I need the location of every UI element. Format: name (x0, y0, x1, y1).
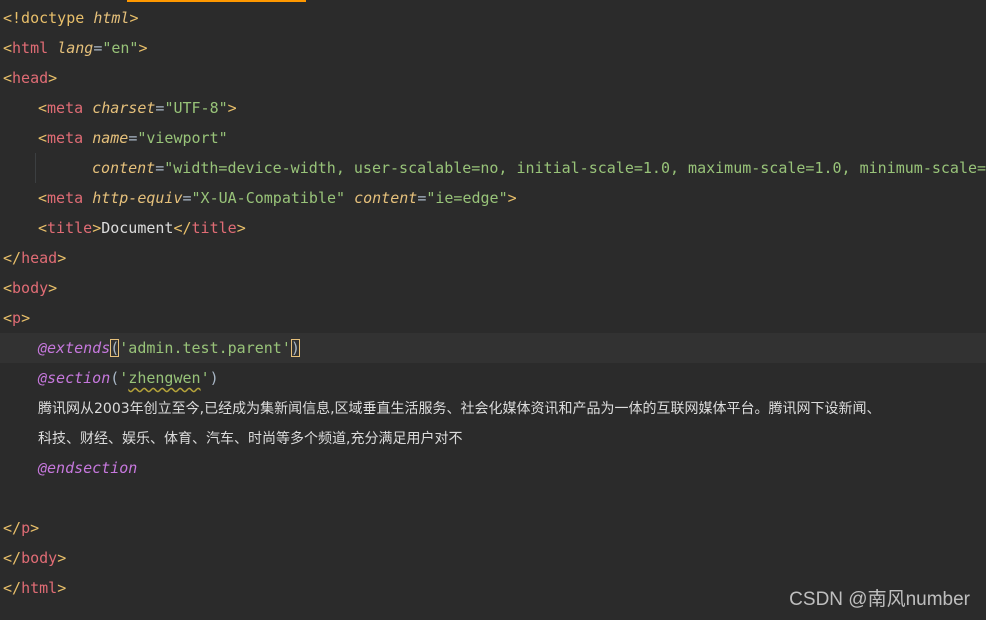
code-line-6[interactable]: content="width=device-width, user-scalab… (0, 153, 986, 183)
bracket: > (57, 579, 67, 597)
bracket: < (3, 39, 13, 57)
equals: = (93, 39, 103, 57)
tag-name: head (12, 69, 49, 87)
bracket: < (38, 219, 48, 237)
bracket: </ (3, 249, 22, 267)
code-line-16[interactable]: @endsection (0, 453, 986, 483)
blade-directive: @extends (38, 339, 111, 357)
attr-value: "viewport" (137, 129, 228, 147)
bracket: > (48, 69, 58, 87)
bracket: </ (173, 219, 192, 237)
code-line-9[interactable]: </head> (0, 243, 986, 273)
bracket: < (38, 129, 48, 147)
code-line-10[interactable]: <body> (0, 273, 986, 303)
chinese-text: 腾讯网从2003年创立至今,已经成为集新闻信息,区域垂直生活服务、社会化媒体资讯… (38, 401, 881, 417)
code-line-19[interactable]: </body> (0, 543, 986, 573)
attr-value: "en" (102, 39, 139, 57)
bracket: < (3, 309, 13, 327)
attr-value: "X-UA-Compatible" (191, 189, 346, 207)
paren-close: ) (209, 369, 219, 387)
code-line-12-current[interactable]: @extends('admin.test.parent') (0, 333, 986, 363)
bracket: </ (3, 549, 22, 567)
bracket: > (30, 519, 40, 537)
tag-name: meta (47, 129, 84, 147)
bracket: > (92, 219, 102, 237)
code-line-15[interactable]: 科技、财经、娱乐、体育、汽车、时尚等多个频道,充分满足用户对不 (0, 423, 986, 453)
equals: = (417, 189, 427, 207)
code-line-4[interactable]: <meta charset="UTF-8"> (0, 93, 986, 123)
bracket: > (138, 39, 148, 57)
bracket: > (21, 309, 31, 327)
code-line-1[interactable]: <!doctype html> (0, 3, 986, 33)
attr-name: content (92, 159, 156, 177)
equals: = (182, 189, 192, 207)
tag-name: html (12, 39, 49, 57)
code-line-17[interactable] (0, 483, 986, 513)
attr-name: lang (57, 39, 94, 57)
code-editor[interactable]: <!doctype html> <html lang="en"> <head> … (0, 0, 986, 620)
bracket: </ (3, 519, 22, 537)
bracket: > (507, 189, 517, 207)
bracket: < (3, 279, 13, 297)
doctype-open: <!doctype (3, 9, 94, 27)
attr-value: "width=device-width, user-scalable=no, i… (164, 159, 986, 177)
tag-name: body (12, 279, 49, 297)
attr-name: name (92, 129, 129, 147)
tag-name: meta (47, 189, 84, 207)
indent-guide (35, 153, 36, 183)
code-line-13[interactable]: @section('zhengwen') (0, 363, 986, 393)
bracket: > (48, 279, 58, 297)
attr-name: http-equiv (92, 189, 183, 207)
attr-name: content (354, 189, 418, 207)
active-tab-indicator (127, 0, 306, 2)
code-line-3[interactable]: <head> (0, 63, 986, 93)
attr-name: charset (92, 99, 156, 117)
blade-directive: @section (38, 369, 111, 387)
code-line-7[interactable]: <meta http-equiv="X-UA-Compatible" conte… (0, 183, 986, 213)
bracket: > (227, 99, 237, 117)
title-text: Document (101, 219, 174, 237)
tag-name: title (191, 219, 237, 237)
equals: = (128, 129, 138, 147)
paren-open: ( (110, 369, 120, 387)
bracket: < (38, 189, 48, 207)
attr-value: "UTF-8" (164, 99, 228, 117)
bracket: > (57, 549, 67, 567)
blade-directive: @endsection (38, 459, 138, 477)
bracket: < (3, 69, 13, 87)
attr-value: "ie=edge" (426, 189, 508, 207)
code-line-18[interactable]: </p> (0, 513, 986, 543)
doctype-close: > (129, 9, 139, 27)
code-line-5[interactable]: <meta name="viewport" (0, 123, 986, 153)
doctype-html: html (93, 9, 130, 27)
csdn-watermark: CSDN @南风number (789, 589, 970, 610)
tag-name: title (47, 219, 93, 237)
directive-arg-typo: zhengwen (128, 369, 201, 387)
code-line-14[interactable]: 腾讯网从2003年创立至今,已经成为集新闻信息,区域垂直生活服务、社会化媒体资讯… (0, 393, 986, 423)
tag-name: p (12, 309, 22, 327)
tag-name: p (21, 519, 31, 537)
code-lines[interactable]: <!doctype html> <html lang="en"> <head> … (0, 3, 986, 603)
code-line-11[interactable]: <p> (0, 303, 986, 333)
tag-name: html (21, 579, 58, 597)
bracket: > (236, 219, 246, 237)
equals: = (155, 159, 165, 177)
bracket: </ (3, 579, 22, 597)
directive-arg: 'admin.test.parent' (119, 339, 291, 357)
tag-name: meta (47, 99, 84, 117)
tag-name: body (21, 549, 58, 567)
quote: ' (200, 369, 210, 387)
code-line-2[interactable]: <html lang="en"> (0, 33, 986, 63)
tag-name: head (21, 249, 58, 267)
chinese-text: 科技、财经、娱乐、体育、汽车、时尚等多个频道,充分满足用户对不 (38, 431, 463, 447)
quote: ' (119, 369, 129, 387)
code-line-8[interactable]: <title>Document</title> (0, 213, 986, 243)
bracket: > (57, 249, 67, 267)
paren-open: ( (110, 339, 120, 357)
bracket: < (38, 99, 48, 117)
paren-close: ) (290, 339, 300, 357)
